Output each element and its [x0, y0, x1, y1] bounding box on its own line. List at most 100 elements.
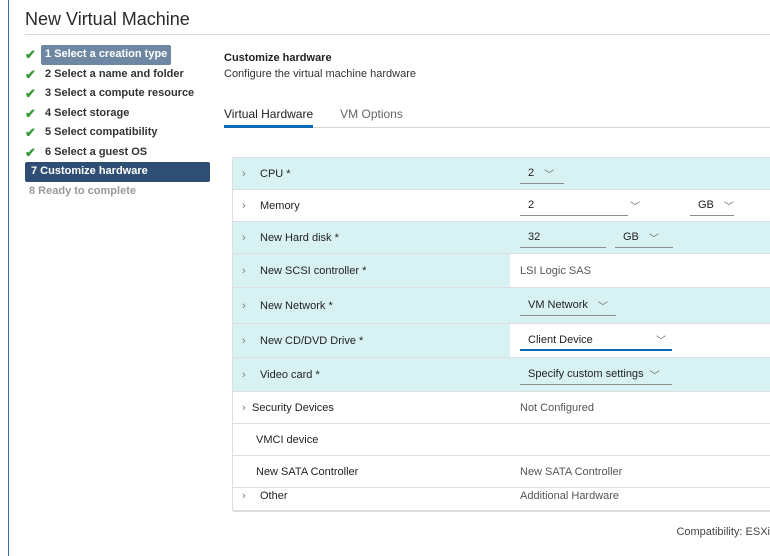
chevron-down-icon: ﹀ [649, 370, 660, 382]
security-value: Not Configured [520, 401, 594, 414]
hard-disk-label: New Hard disk * [260, 231, 339, 244]
step-6[interactable]: ✔ 6 Select a guest OS [25, 143, 210, 163]
chevron-right-icon[interactable]: › [242, 369, 260, 381]
row-key[interactable]: › Other [233, 480, 510, 511]
step-3[interactable]: ✔ 3 Select a compute resource [25, 84, 210, 104]
row-key: VMCI device [233, 424, 510, 455]
chevron-right-icon[interactable]: › [242, 402, 252, 414]
cpu-select[interactable]: 2 ﹀ [520, 164, 564, 184]
chevron-down-icon: ﹀ [544, 169, 555, 181]
dialog-title: New Virtual Machine [25, 9, 190, 29]
step-label: 2 Select a name and folder [45, 67, 184, 80]
security-label: Security Devices [252, 401, 334, 414]
row-security-devices: › Security Devices Not Configured [233, 392, 770, 424]
check-icon: ✔ [25, 86, 36, 101]
chevron-right-icon[interactable]: › [242, 200, 260, 212]
video-select[interactable]: Specify custom settings ﹀ [520, 365, 672, 385]
row-cpu: › CPU * 2 ﹀ [233, 158, 770, 190]
network-label: New Network * [260, 299, 333, 312]
hard-disk-value: 32 [528, 231, 541, 243]
row-value: Additional Hardware [510, 480, 770, 511]
step-7[interactable]: 7 Customize hardware [25, 162, 210, 182]
tab-virtual-hardware[interactable]: Virtual Hardware [224, 100, 314, 128]
wizard-steps: ✔ 1 Select a creation type ✔ 2 Select a … [25, 45, 210, 201]
check-icon: ✔ [25, 66, 36, 82]
row-value [510, 424, 770, 455]
row-key[interactable]: › Video card * [233, 358, 510, 391]
chevron-right-icon[interactable]: › [242, 335, 260, 347]
row-value: VM Network ﹀ [510, 288, 770, 323]
row-key[interactable]: › Memory [233, 190, 510, 221]
check-icon: ✔ [25, 125, 36, 140]
row-value: Specify custom settings ﹀ [510, 358, 770, 391]
cpu-label: CPU * [260, 167, 291, 180]
row-other: › Other Additional Hardware [233, 480, 770, 512]
memory-unit-select[interactable]: GB ﹀ [690, 196, 734, 216]
row-value: Client Device ﹀ [510, 324, 770, 357]
sata-value: New SATA Controller [520, 465, 623, 478]
chevron-right-icon[interactable]: › [242, 168, 260, 180]
network-select[interactable]: VM Network ﹀ [520, 296, 616, 316]
step-5[interactable]: ✔ 5 Select compatibility [25, 123, 210, 143]
step-2[interactable]: ✔ 2 Select a name and folder [25, 65, 210, 85]
row-value: LSI Logic SAS [510, 254, 770, 287]
row-key[interactable]: › Security Devices [233, 392, 510, 423]
row-key[interactable]: › New Network * [233, 288, 510, 323]
page-subtitle: Configure the virtual machine hardware [224, 68, 416, 80]
compatibility-label: Compatibility: ESXi [676, 526, 770, 538]
chevron-down-icon: ﹀ [648, 233, 659, 245]
check-icon: ✔ [25, 105, 36, 121]
hard-disk-unit-select[interactable]: GB ﹀ [615, 228, 673, 248]
video-label: Video card * [260, 368, 320, 381]
row-vmci: VMCI device [233, 424, 770, 456]
video-value: Specify custom settings [528, 368, 644, 380]
step-label: 8 Ready to complete [29, 184, 136, 197]
row-key[interactable]: › CPU * [233, 158, 510, 189]
sata-label: New SATA Controller [256, 465, 359, 478]
tab-bar: Virtual Hardware VM Options [224, 100, 770, 128]
chevron-down-icon: ﹀ [630, 202, 640, 213]
cddvd-value: Client Device [528, 333, 593, 346]
cddvd-label: New CD/DVD Drive * [260, 334, 364, 347]
memory-value: 2 [528, 199, 535, 211]
scsi-value: LSI Logic SAS [520, 264, 591, 277]
tab-vm-options[interactable]: VM Options [340, 100, 403, 128]
hard-disk-unit: GB [623, 231, 639, 243]
row-hard-disk: › New Hard disk * 32 GB ﹀ [233, 222, 770, 254]
row-memory: › Memory 2 ﹀ GB ﹀ [233, 190, 770, 222]
row-cddvd: › New CD/DVD Drive * Client Device ﹀ [233, 324, 770, 358]
check-icon: ✔ [25, 47, 36, 62]
row-value: 32 GB ﹀ [510, 222, 770, 253]
step-1[interactable]: ✔ 1 Select a creation type [25, 45, 210, 65]
other-value: Additional Hardware [520, 489, 620, 502]
row-video-card: › Video card * Specify custom settings ﹀ [233, 358, 770, 392]
chevron-down-icon: ﹀ [723, 201, 734, 213]
chevron-right-icon[interactable]: › [242, 300, 260, 312]
row-key[interactable]: › New Hard disk * [233, 222, 510, 253]
step-label: 4 Select storage [45, 106, 130, 119]
row-key[interactable]: › New CD/DVD Drive * [233, 324, 510, 357]
cpu-value: 2 [528, 167, 535, 179]
step-4[interactable]: ✔ 4 Select storage [25, 104, 210, 124]
chevron-down-icon: ﹀ [656, 336, 666, 347]
chevron-right-icon[interactable]: › [242, 265, 260, 277]
vmci-label: VMCI device [256, 433, 319, 446]
row-key[interactable]: › New SCSI controller * [233, 254, 510, 287]
title-divider [25, 34, 770, 35]
row-scsi: › New SCSI controller * LSI Logic SAS [233, 254, 770, 288]
row-value: 2 ﹀ GB ﹀ [510, 190, 770, 221]
row-value: 2 ﹀ [510, 158, 770, 189]
page-title: Customize hardware [224, 52, 332, 64]
memory-unit-arrow[interactable]: ﹀ [630, 196, 690, 216]
hard-disk-input[interactable]: 32 [520, 228, 606, 248]
memory-unit: GB [698, 199, 714, 211]
row-value: Not Configured [510, 392, 770, 423]
memory-input[interactable]: 2 [520, 196, 628, 216]
chevron-right-icon[interactable]: › [242, 490, 260, 502]
cddvd-select[interactable]: Client Device ﹀ [520, 331, 672, 351]
step-8: 8 Ready to complete [25, 182, 210, 202]
chevron-right-icon[interactable]: › [242, 232, 260, 244]
scsi-label: New SCSI controller * [260, 264, 367, 277]
hardware-table: › CPU * 2 ﹀ › Memory 2 ﹀ GB ﹀ › New Hard… [232, 157, 770, 512]
check-icon: ✔ [25, 144, 36, 160]
